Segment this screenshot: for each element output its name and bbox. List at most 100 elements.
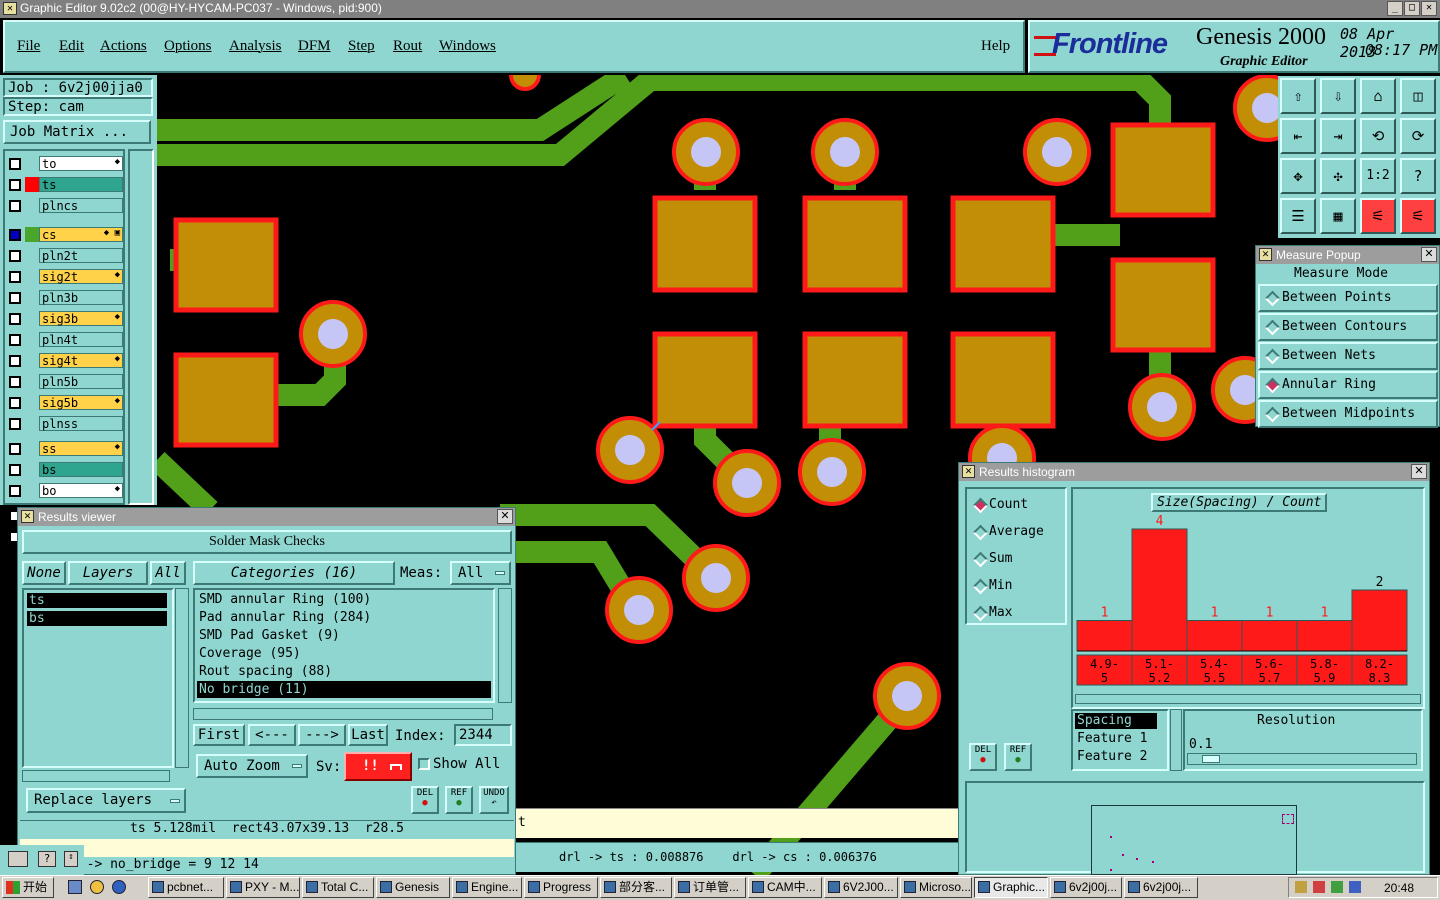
scale-1to2-icon[interactable]: 1:2 xyxy=(1360,158,1396,194)
radio-icon[interactable] xyxy=(972,605,989,622)
hist-del-button[interactable]: DEL ● xyxy=(969,743,997,771)
meas-select[interactable]: All xyxy=(450,561,511,585)
layer-name[interactable]: pln5b xyxy=(39,374,123,389)
taskbar-item[interactable]: Genesis xyxy=(376,877,450,898)
layer-row-pln2t[interactable]: pln2t xyxy=(7,248,123,264)
layer-row-pln3b[interactable]: pln3b xyxy=(7,290,123,306)
histogram-bar[interactable] xyxy=(1131,528,1188,652)
taskbar-item[interactable]: Total C... xyxy=(302,877,374,898)
hist-mode-average[interactable]: Average xyxy=(989,524,1044,539)
menu-dfm[interactable]: DFM xyxy=(298,38,331,55)
media-icon[interactable] xyxy=(112,880,126,894)
categories-hscrollbar[interactable] xyxy=(193,708,493,720)
layer-row-sig5b[interactable]: sig5b ◆ xyxy=(7,395,123,411)
show-desktop-icon[interactable] xyxy=(68,880,82,894)
taskbar-item[interactable]: Engine... xyxy=(452,877,522,898)
axis-listbox-scrollbar[interactable] xyxy=(1170,709,1182,771)
layer-checkbox[interactable] xyxy=(9,271,21,283)
taskbar-item[interactable]: PXY - M... xyxy=(226,877,300,898)
layer-name[interactable]: ss xyxy=(39,441,123,456)
layer-checkbox[interactable] xyxy=(9,355,21,367)
layer-name[interactable]: ts xyxy=(39,177,123,192)
taskbar-item[interactable]: Graphic... xyxy=(974,877,1048,898)
axis-list-item[interactable]: Feature 1 xyxy=(1075,731,1157,747)
hist-mode-min[interactable]: Min xyxy=(989,578,1012,593)
category-item[interactable]: SMD annular Ring (100) xyxy=(197,591,491,608)
layer-name[interactable]: bo xyxy=(39,483,123,498)
layer-name[interactable]: plncs xyxy=(39,198,123,213)
layer-name[interactable]: to xyxy=(39,156,123,171)
split-view-icon[interactable]: ◫ xyxy=(1400,78,1436,114)
menu-rout[interactable]: Rout xyxy=(393,38,422,55)
menu-edit[interactable]: Edit xyxy=(59,38,84,55)
layer-row-pln4t[interactable]: pln4t xyxy=(7,332,123,348)
layer-row-to[interactable]: to ◆ xyxy=(7,156,123,172)
grid-icon[interactable]: ▦ xyxy=(1320,198,1356,234)
menu-options[interactable]: Options xyxy=(164,38,212,55)
close-button[interactable]: ✕ xyxy=(1421,1,1437,16)
resolution-slider[interactable] xyxy=(1187,753,1417,765)
layer-checkbox[interactable] xyxy=(9,313,21,325)
tray-icon[interactable] xyxy=(1331,881,1343,893)
categories-listbox[interactable]: SMD annular Ring (100) Pad annular Ring (… xyxy=(193,588,495,703)
ref-button[interactable]: REF ● xyxy=(445,786,473,814)
layers-listbox[interactable]: ts bs xyxy=(22,588,174,768)
radio-icon[interactable] xyxy=(972,551,989,568)
ie-icon[interactable] xyxy=(90,880,104,894)
axis-list-item[interactable]: Spacing xyxy=(1075,713,1157,729)
resolution-slider-thumb[interactable] xyxy=(1202,755,1220,763)
show-all-checkbox[interactable] xyxy=(418,758,430,770)
histogram-bar[interactable] xyxy=(1241,620,1298,652)
expand-icon[interactable]: ⇕ xyxy=(64,851,78,867)
layer-checkbox[interactable] xyxy=(9,292,21,304)
hist-mode-sum[interactable]: Sum xyxy=(989,551,1012,566)
pan-left-icon[interactable]: ⇤ xyxy=(1280,118,1316,154)
taskbar-item[interactable]: 6v2j00j... xyxy=(1050,877,1122,898)
taskbar-item[interactable]: pcbnet... xyxy=(148,877,224,898)
mirror-icon[interactable]: ⟲ xyxy=(1360,118,1396,154)
taskbar-item[interactable]: Progress xyxy=(524,877,598,898)
layer-row-sig4t[interactable]: sig4t ◆ xyxy=(7,353,123,369)
tray-icon[interactable] xyxy=(1295,881,1307,893)
menu-actions[interactable]: Actions xyxy=(100,38,147,55)
menu-windows[interactable]: Windows xyxy=(439,38,496,55)
layer-name[interactable]: pln2t xyxy=(39,248,123,263)
histogram-bar[interactable] xyxy=(1351,589,1408,652)
minimize-button[interactable]: _ xyxy=(1387,1,1403,16)
start-button[interactable]: 开始 xyxy=(2,877,54,898)
layer-row-cs[interactable]: cs ◆ ▣ xyxy=(7,227,123,243)
pan-right-icon[interactable]: ⇥ xyxy=(1320,118,1356,154)
filter-all-button[interactable]: All xyxy=(150,561,186,585)
del-button[interactable]: DEL ● xyxy=(411,786,439,814)
layer-name[interactable]: sig2t xyxy=(39,269,123,284)
chart-hscrollbar[interactable] xyxy=(1075,694,1421,704)
measure-option-between-midpoints[interactable]: Between Midpoints xyxy=(1258,400,1438,428)
layer-name[interactable]: sig3b xyxy=(39,311,123,326)
layer-row-plnss[interactable]: plnss xyxy=(7,416,123,432)
zoom-home-icon[interactable]: ⇧ xyxy=(1280,78,1316,114)
fit-icon[interactable]: ✥ xyxy=(1280,158,1316,194)
command-line[interactable]: FPF -> no_bridge = 9 12 14 xyxy=(20,839,514,872)
keyboard-icon[interactable] xyxy=(8,851,28,867)
axis-listbox[interactable]: Spacing Feature 1 Feature 2 xyxy=(1071,709,1169,771)
layer-row-bs[interactable]: bs xyxy=(7,462,123,478)
nav-next-button[interactable]: ---> xyxy=(298,724,346,746)
center-icon[interactable]: ✣ xyxy=(1320,158,1356,194)
category-item[interactable]: Rout spacing (88) xyxy=(197,663,491,680)
layer-checkbox[interactable] xyxy=(9,179,21,191)
layer-name[interactable]: sig5b xyxy=(39,395,123,410)
layer-name[interactable]: pln4t xyxy=(39,332,123,347)
nav-prev-button[interactable]: <--- xyxy=(248,724,296,746)
histogram-close-button[interactable]: ✕ xyxy=(1411,464,1427,479)
layer-row-sig2t[interactable]: sig2t ◆ xyxy=(7,269,123,285)
filter-layers-button[interactable]: Layers xyxy=(68,561,148,585)
layer-row-plncs[interactable]: plncs xyxy=(7,198,123,214)
taskbar-item[interactable]: 部分客... xyxy=(600,877,672,898)
menu-step[interactable]: Step xyxy=(348,38,375,55)
result-layer-item[interactable]: ts xyxy=(27,593,167,608)
layer-name[interactable]: pln3b xyxy=(39,290,123,305)
radio-icon[interactable] xyxy=(972,524,989,541)
snap-red-icon[interactable]: ⚟ xyxy=(1360,198,1396,234)
layer-scrollbar[interactable] xyxy=(128,149,154,505)
replace-layers-select[interactable]: Replace layers xyxy=(26,788,186,813)
